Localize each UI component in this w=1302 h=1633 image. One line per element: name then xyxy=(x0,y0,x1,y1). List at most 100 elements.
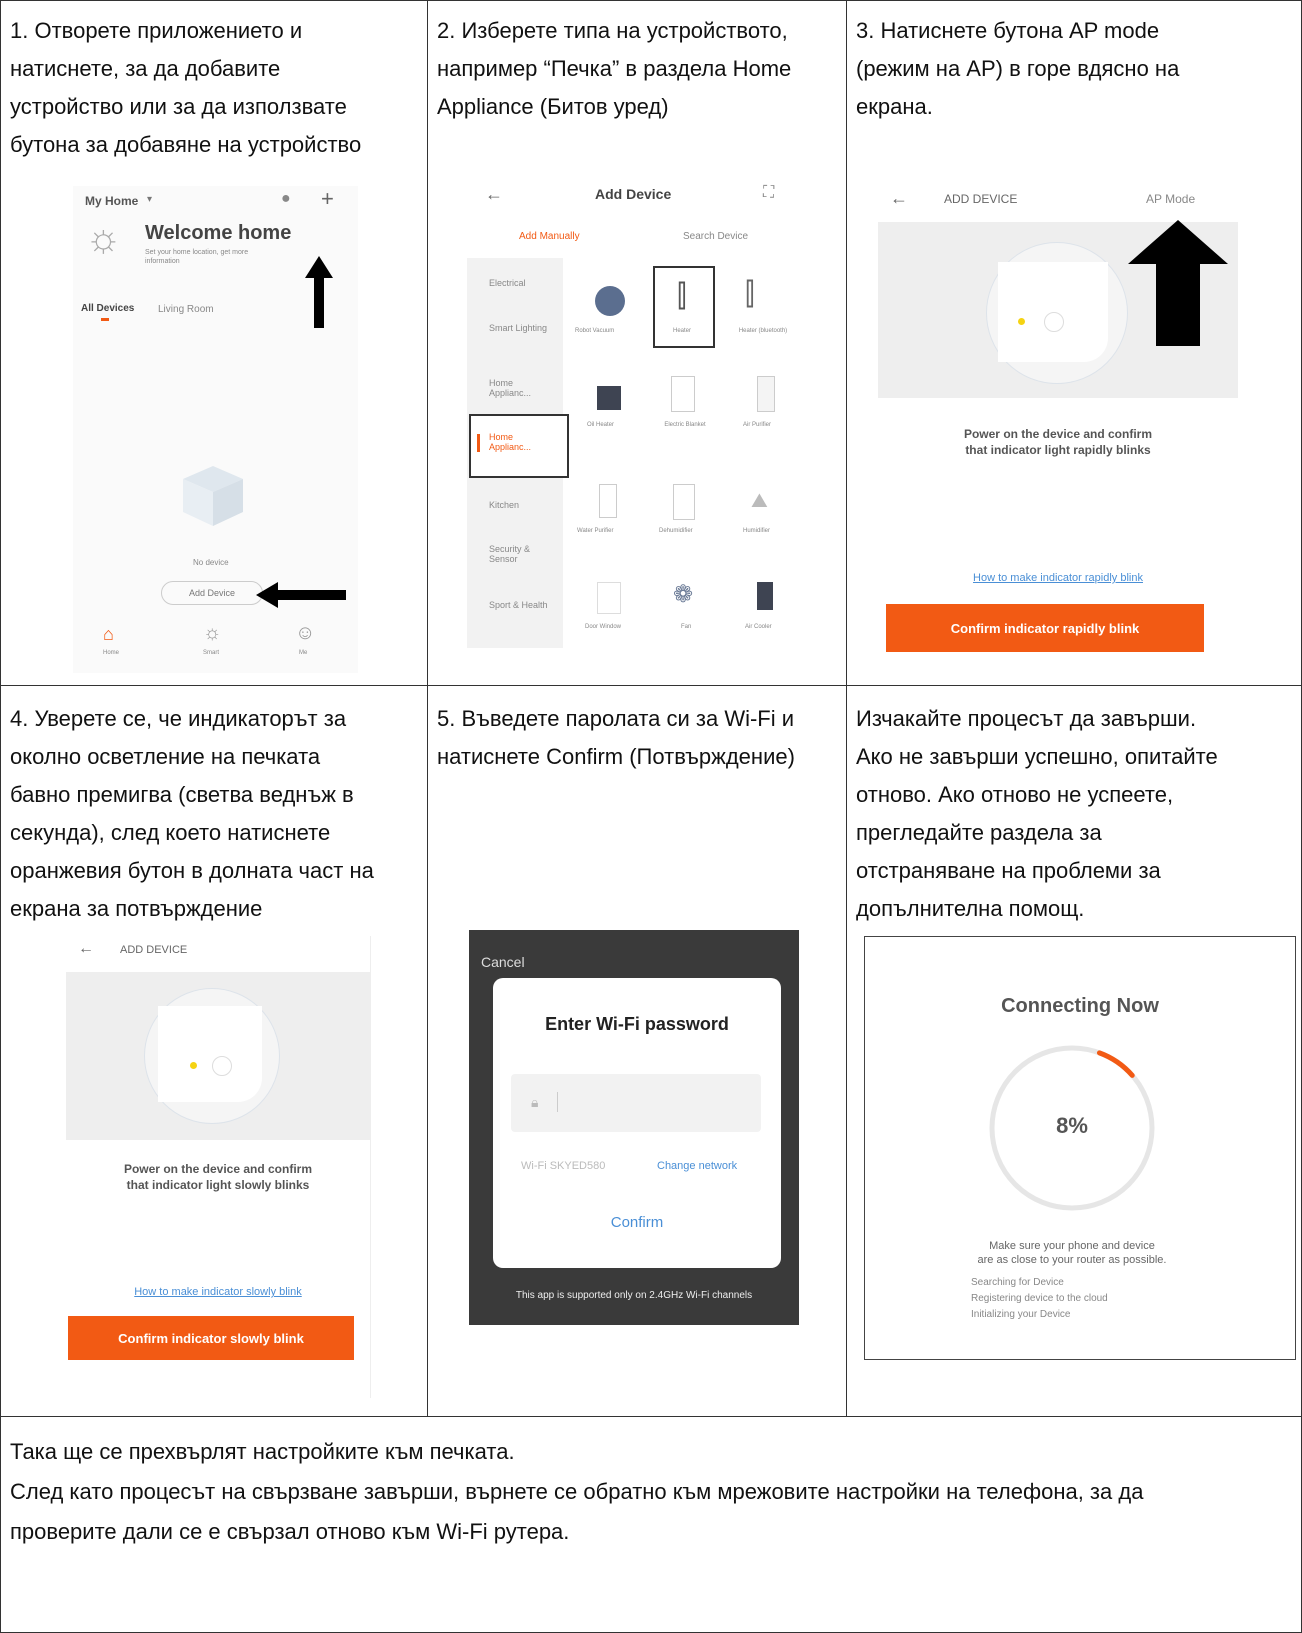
step-3-text: 3. Натиснете бутона AP mode (режим на AP… xyxy=(856,18,1180,119)
dehumidifier-icon[interactable] xyxy=(673,484,695,520)
step-6-text: Изчакайте процесът да завърши. Ако не за… xyxy=(856,706,1218,921)
change-network-link[interactable]: Change network xyxy=(657,1160,737,1172)
lock-icon: 🔒︎ xyxy=(531,1094,539,1110)
instruction-text: Power on the device and confirm that ind… xyxy=(963,427,1153,457)
voice-icon[interactable]: ● xyxy=(281,190,291,208)
step-1-text: 1. Отворете приложението и натиснете, за… xyxy=(10,18,362,157)
progress-arc xyxy=(1096,1050,1135,1078)
electric-blanket-icon[interactable] xyxy=(671,376,695,412)
fan-icon[interactable]: ❁ xyxy=(673,580,693,609)
support-note: This app is supported only on 2.4GHz Wi-… xyxy=(515,1290,753,1301)
dialog-title: Enter Wi-Fi password xyxy=(545,1014,729,1034)
scan-icon[interactable]: ⛶ xyxy=(763,184,774,202)
nav-me-icon[interactable]: ☺ xyxy=(295,622,315,645)
air-purifier-icon[interactable] xyxy=(757,376,775,412)
step-2-text: 2. Изберете типа на устройството, наприм… xyxy=(437,18,792,119)
category-sport[interactable]: Sport & Health xyxy=(489,600,549,610)
status-step-3: Initializing your Device xyxy=(971,1309,1071,1320)
tab-living-room[interactable]: Living Room xyxy=(158,304,214,315)
add-device-title: ADD DEVICE xyxy=(120,944,188,956)
power-button-icon xyxy=(212,1056,232,1076)
heater-bluetooth-icon: ⫿ xyxy=(745,278,755,311)
category-home-appliance-selected[interactable]: Home Applianc... xyxy=(469,414,569,478)
device-humidifier: Humidifier xyxy=(743,528,771,534)
device-air-purifier: Air Purifier xyxy=(743,422,772,428)
connecting-title: Connecting Now xyxy=(1001,995,1159,1017)
wifi-ssid: Wi-Fi SKYED580 xyxy=(521,1160,606,1172)
device-oil-heater: Oil Heater xyxy=(587,422,615,428)
device-electric-blanket: Electric Blanket xyxy=(664,422,706,428)
door-window-icon[interactable] xyxy=(597,582,621,614)
home-dropdown-icon: ▾ xyxy=(147,194,153,205)
arrow-up-icon xyxy=(1128,220,1228,346)
welcome-title: Welcome home xyxy=(145,222,292,244)
confirm-slow-button[interactable]: Confirm indicator slowly blink xyxy=(68,1316,354,1360)
wifi-dialog: Enter Wi-Fi password 🔒︎ Wi-Fi SKYED580 C… xyxy=(493,978,781,1268)
status-step-2: Registering device to the cloud xyxy=(971,1293,1108,1304)
tab-all-devices[interactable]: All Devices xyxy=(81,303,134,314)
screenshot-slow-blink: ← ADD DEVICE Power on the device and con… xyxy=(66,936,371,1398)
add-device-title: ADD DEVICE xyxy=(944,192,1018,206)
screenshot-home: My Home ▾ ● + ☼ Welcome home Set your ho… xyxy=(73,186,358,673)
device-robot-vacuum-icon[interactable] xyxy=(595,286,625,316)
device-fan: Fan xyxy=(681,624,692,630)
add-device-button[interactable]: Add Device xyxy=(161,581,263,605)
proximity-hint: Make sure your phone and device are as c… xyxy=(977,1240,1167,1266)
ap-mode-button[interactable]: AP Mode xyxy=(1146,192,1195,206)
device-water-purifier: Water Purifier xyxy=(577,528,614,534)
oil-heater-icon[interactable] xyxy=(597,386,621,410)
category-electrical[interactable]: Electrical xyxy=(489,278,526,288)
device-air-cooler: Air Cooler xyxy=(745,624,772,630)
confirm-rapid-button[interactable]: Confirm indicator rapidly blink xyxy=(886,604,1204,652)
welcome-subtitle: Set your home location, get more informa… xyxy=(145,249,249,265)
status-step-1: Searching for Device xyxy=(971,1277,1064,1288)
nav-home-icon[interactable]: ⌂ xyxy=(103,624,114,645)
help-link[interactable]: How to make indicator rapidly blink xyxy=(878,572,1238,584)
device-heater: Heater xyxy=(673,328,692,334)
back-arrow-icon[interactable]: ← xyxy=(78,940,94,958)
empty-box-icon xyxy=(183,466,243,526)
no-device-label: No device xyxy=(193,558,229,567)
air-cooler-icon[interactable] xyxy=(757,582,773,610)
category-smart-lighting[interactable]: Smart Lighting xyxy=(489,323,549,333)
arrow-up-icon xyxy=(305,256,333,328)
device-heater-bluetooth: Heater (bluetooth) xyxy=(738,328,788,334)
tab-add-manually[interactable]: Add Manually xyxy=(519,231,580,242)
step-5-text: 5. Въведете паролата си за Wi-Fi и натис… xyxy=(437,706,795,769)
nav-smart-label: Smart xyxy=(203,650,220,656)
device-illustration xyxy=(158,1006,262,1102)
indicator-light-icon xyxy=(190,1062,197,1069)
humidifier-icon[interactable]: ⛰ xyxy=(751,490,768,513)
indicator-light-icon xyxy=(1018,318,1025,325)
add-plus-icon[interactable]: + xyxy=(321,186,334,212)
progress-percent: 8% xyxy=(1056,1113,1088,1138)
device-heater-selected[interactable]: ⫿ Heater xyxy=(653,266,715,348)
selected-indicator xyxy=(477,434,480,452)
home-title[interactable]: My Home xyxy=(85,194,138,208)
help-link[interactable]: How to make indicator slowly blink xyxy=(66,1286,370,1298)
category-kitchen[interactable]: Kitchen xyxy=(489,500,519,510)
nav-me-label: Me xyxy=(299,650,308,656)
water-purifier-icon[interactable] xyxy=(599,484,617,518)
power-button-icon xyxy=(1044,312,1064,332)
screenshot-connecting: Connecting Now 8% Make sure your phone a… xyxy=(864,936,1296,1360)
category-home-appliance-1[interactable]: Home Applianc... xyxy=(489,378,549,398)
back-arrow-icon[interactable]: ← xyxy=(485,184,503,205)
category-home-appliance-label: Home Applianc... xyxy=(489,432,532,452)
nav-smart-icon[interactable]: ☼ xyxy=(203,622,221,645)
confirm-button[interactable]: Confirm xyxy=(493,1214,781,1231)
tab-search-device[interactable]: Search Device xyxy=(683,231,748,242)
instruction-text: Power on the device and confirm that ind… xyxy=(123,1162,313,1192)
sun-icon: ☼ xyxy=(85,216,122,260)
text-cursor xyxy=(557,1092,558,1112)
device-dehumidifier: Dehumidifier xyxy=(659,528,693,534)
category-security[interactable]: Security & Sensor xyxy=(489,544,549,564)
screenshot-add-device: ← Add Device ⛶ Add Manually Search Devic… xyxy=(467,178,797,648)
nav-home-label: Home xyxy=(103,650,120,656)
cancel-button[interactable]: Cancel xyxy=(481,954,525,970)
screenshot-ap-mode: ← ADD DEVICE AP Mode Power on the device… xyxy=(878,186,1268,666)
password-input[interactable]: 🔒︎ xyxy=(511,1074,761,1132)
arrow-left-icon xyxy=(256,582,346,608)
step-4-text: 4. Уверете се, че индикаторът за околно … xyxy=(10,706,374,921)
back-arrow-icon[interactable]: ← xyxy=(890,188,908,209)
